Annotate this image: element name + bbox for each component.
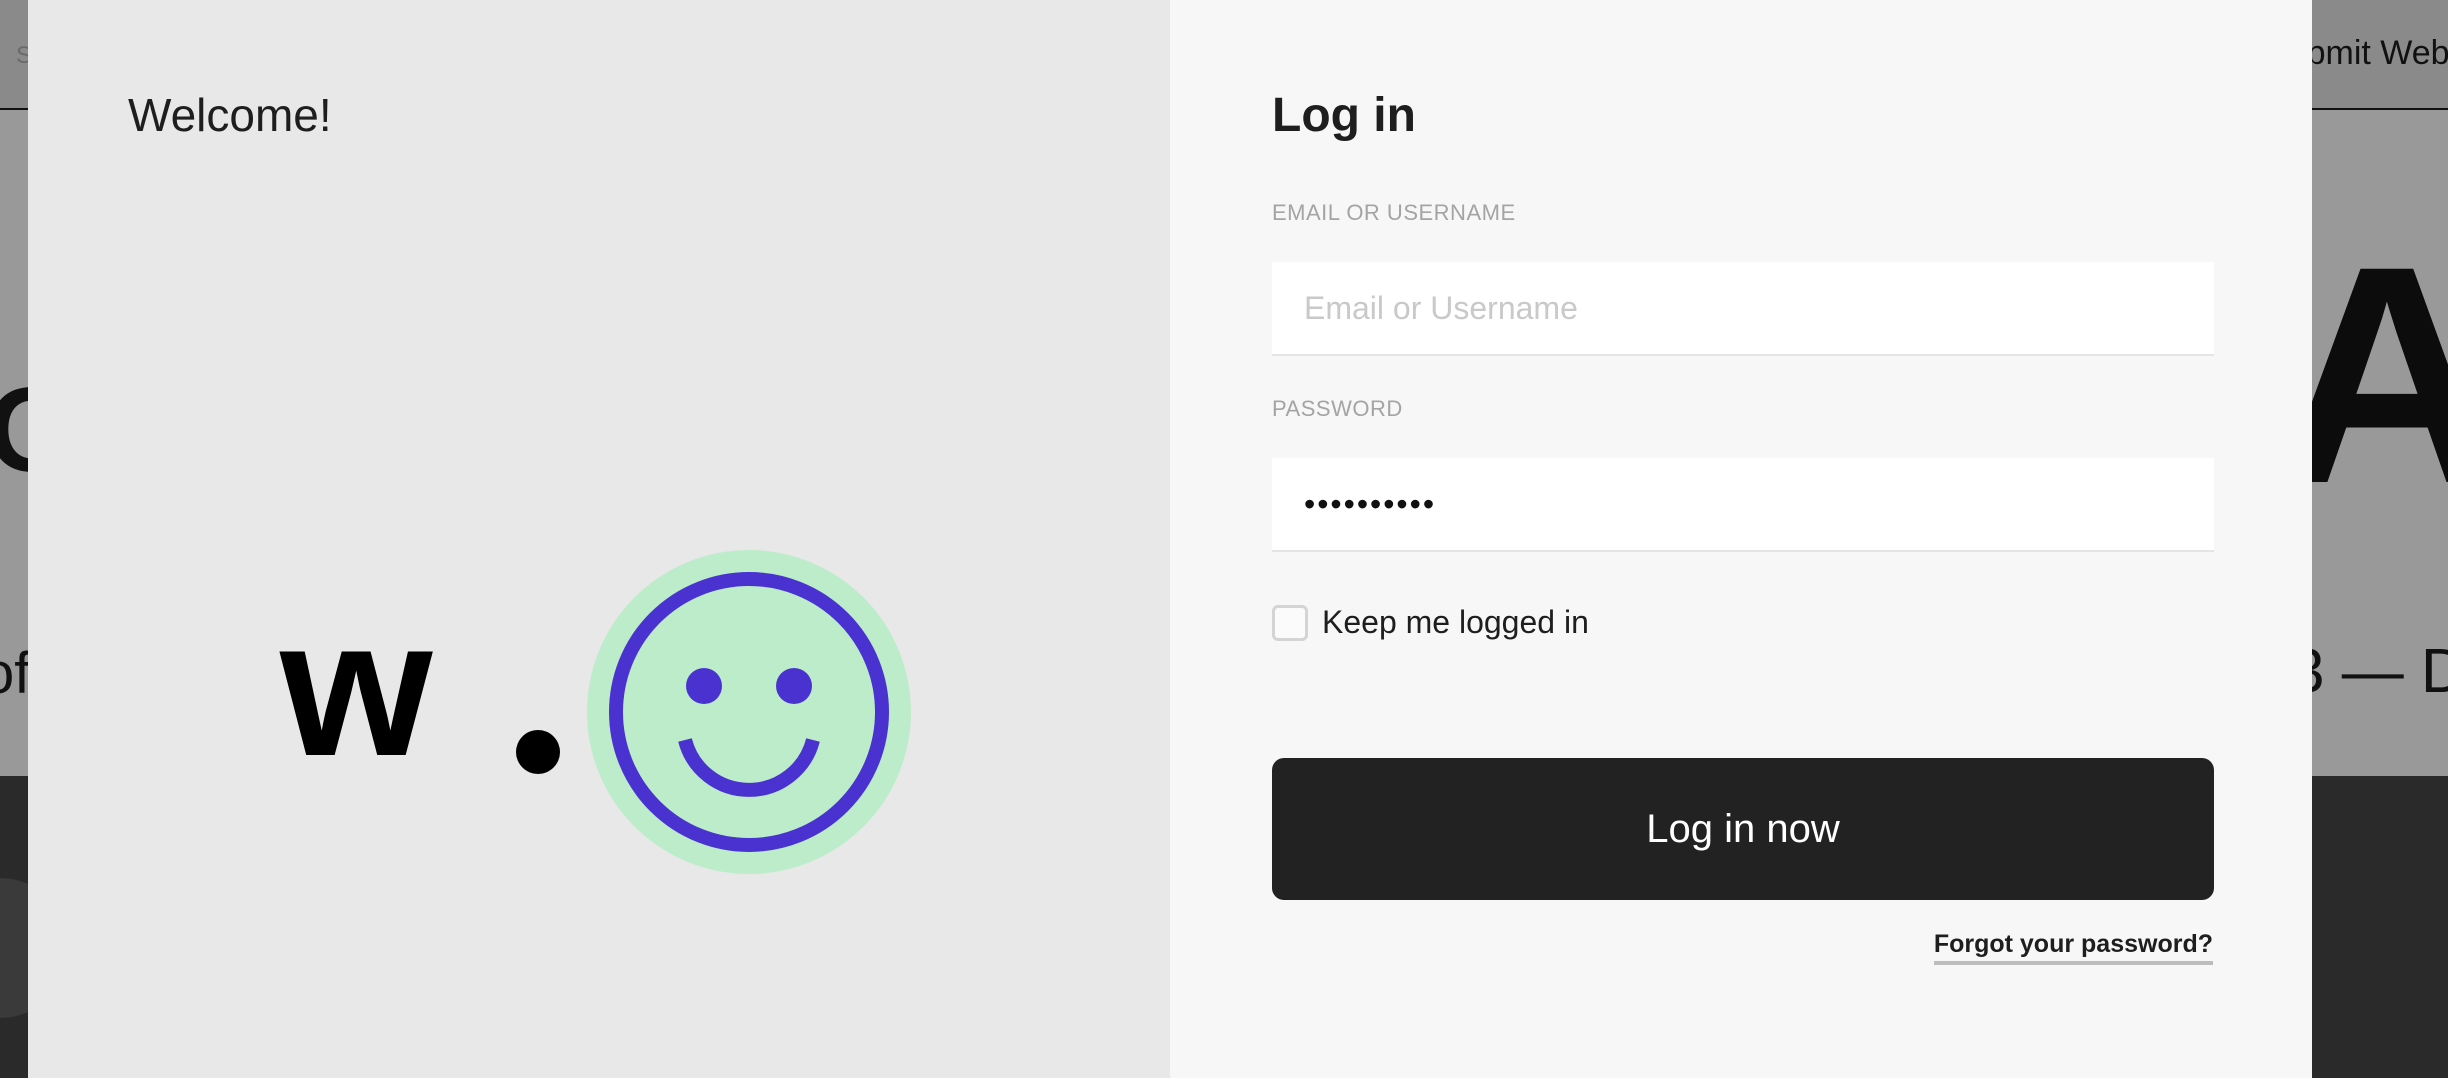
smiley-right-eye — [776, 668, 812, 704]
forgot-password-link[interactable]: Forgot your password? — [1933, 930, 2213, 965]
remember-me-row[interactable]: Keep me logged in — [1272, 604, 1589, 641]
logo-letter: w — [280, 578, 435, 797]
log-in-now-button[interactable]: Log in now — [1272, 758, 2214, 900]
logo-dot — [516, 730, 560, 774]
smiley-icon — [587, 550, 911, 874]
remember-me-checkbox[interactable] — [1272, 604, 1308, 641]
welcome-heading: Welcome! — [128, 89, 332, 141]
background-text-fragment-right: 3 — D — [2290, 637, 2448, 706]
brand-logo: w — [280, 550, 960, 890]
password-field-label: PASSWORD — [1272, 396, 1403, 421]
welcome-panel: Welcome! w — [28, 0, 1170, 1078]
email-username-input[interactable] — [1272, 262, 2214, 356]
smiley-background — [587, 550, 911, 874]
login-modal: Welcome! w Log in EMAIL OR USERNAME PASS… — [28, 0, 2312, 1078]
smiley-left-eye — [686, 668, 722, 704]
login-panel: Log in EMAIL OR USERNAME PASSWORD Keep m… — [1170, 0, 2312, 1078]
remember-me-label[interactable]: Keep me logged in — [1322, 604, 1589, 641]
background-text-fragment-left: of — [0, 641, 31, 706]
page: S Submit Website O AY of 3 — D Welcome! … — [0, 0, 2448, 1078]
login-title: Log in — [1272, 89, 1416, 142]
password-input[interactable] — [1272, 458, 2214, 552]
email-field-label: EMAIL OR USERNAME — [1272, 200, 1516, 225]
